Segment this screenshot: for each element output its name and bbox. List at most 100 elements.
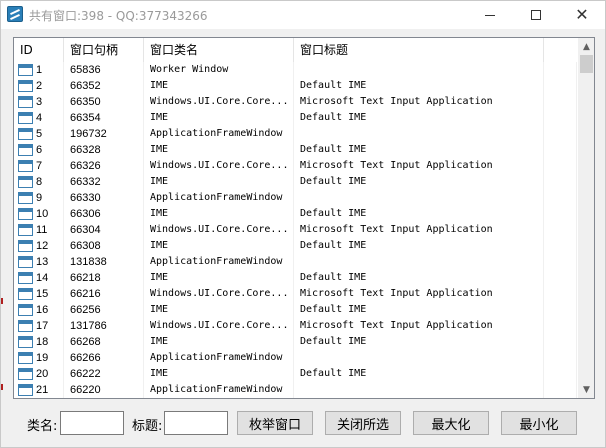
row-id-text: 1 bbox=[36, 64, 43, 76]
table-row[interactable]: 14 66218 IME Default IME bbox=[14, 270, 577, 286]
window-icon bbox=[18, 272, 33, 284]
column-header-title[interactable]: 窗口标题 bbox=[294, 38, 544, 62]
table-row[interactable]: 13 131838 ApplicationFrameWindow bbox=[14, 254, 577, 270]
table-row[interactable]: 21 66220 ApplicationFrameWindow bbox=[14, 382, 577, 398]
cell-id: 11 bbox=[14, 222, 64, 238]
cell-filler bbox=[544, 286, 577, 302]
main-window: 共有窗口:398 - QQ:377343266 ✕ ID 窗口句柄 窗口类名 窗… bbox=[0, 0, 606, 448]
cell-handle: 196732 bbox=[64, 126, 144, 142]
window-icon bbox=[18, 352, 33, 364]
cell-class-name: Worker Window bbox=[144, 62, 294, 78]
close-window-button[interactable]: ✕ bbox=[559, 1, 605, 29]
cell-id: 5 bbox=[14, 126, 64, 142]
row-id-text: 2 bbox=[36, 80, 43, 92]
table-row[interactable]: 15 66216 Windows.UI.Core.Core... Microsoft … bbox=[14, 286, 577, 302]
close-selected-button[interactable]: 关闭所选 bbox=[325, 411, 401, 435]
table-row[interactable]: 8 66332 IME Default IME bbox=[14, 174, 577, 190]
cell-handle: 131838 bbox=[64, 254, 144, 270]
cell-class-name: IME bbox=[144, 206, 294, 222]
scroll-thumb[interactable] bbox=[580, 55, 593, 73]
table-row[interactable]: 16 66256 IME Default IME bbox=[14, 302, 577, 318]
table-row[interactable]: 6 66328 IME Default IME bbox=[14, 142, 577, 158]
window-list[interactable]: ID 窗口句柄 窗口类名 窗口标题 1 65836 Worker Window 2 66… bbox=[13, 37, 595, 399]
cell-id: 18 bbox=[14, 334, 64, 350]
table-row[interactable]: 19 66266 ApplicationFrameWindow bbox=[14, 350, 577, 366]
cell-filler bbox=[544, 94, 577, 110]
column-header-handle[interactable]: 窗口句柄 bbox=[64, 38, 144, 62]
table-row[interactable]: 10 66306 IME Default IME bbox=[14, 206, 577, 222]
cell-filler bbox=[544, 142, 577, 158]
table-row[interactable]: 4 66354 IME Default IME bbox=[14, 110, 577, 126]
cell-id: 12 bbox=[14, 238, 64, 254]
window-icon bbox=[18, 192, 33, 204]
title-bar[interactable]: 共有窗口:398 - QQ:377343266 ✕ bbox=[1, 1, 605, 29]
class-name-input[interactable] bbox=[60, 411, 124, 435]
window-icon bbox=[18, 224, 33, 236]
table-row[interactable]: 11 66304 Windows.UI.Core.Core... Microsoft … bbox=[14, 222, 577, 238]
app-icon bbox=[7, 6, 23, 22]
table-row[interactable]: 17 131786 Windows.UI.Core.Core... Microsoft… bbox=[14, 318, 577, 334]
cell-handle: 66352 bbox=[64, 78, 144, 94]
window-icon bbox=[18, 256, 33, 268]
table-row[interactable]: 20 66222 IME Default IME bbox=[14, 366, 577, 382]
column-header-class[interactable]: 窗口类名 bbox=[144, 38, 294, 62]
cell-filler bbox=[544, 350, 577, 366]
row-id-text: 19 bbox=[36, 352, 49, 364]
table-row[interactable]: 3 66350 Windows.UI.Core.Core... Microsoft T… bbox=[14, 94, 577, 110]
table-row[interactable]: 1 65836 Worker Window bbox=[14, 62, 577, 78]
cell-filler bbox=[544, 366, 577, 382]
column-header-id[interactable]: ID bbox=[14, 38, 64, 62]
scroll-up-button[interactable]: ▲ bbox=[578, 38, 594, 55]
row-id-text: 9 bbox=[36, 192, 43, 204]
window-icon bbox=[18, 64, 33, 76]
cell-handle: 66256 bbox=[64, 302, 144, 318]
cell-class-name: IME bbox=[144, 174, 294, 190]
cell-class-name: IME bbox=[144, 142, 294, 158]
cell-filler bbox=[544, 254, 577, 270]
title-input[interactable] bbox=[164, 411, 228, 435]
table-row[interactable]: 5 196732 ApplicationFrameWindow bbox=[14, 126, 577, 142]
cell-class-name: IME bbox=[144, 110, 294, 126]
table-row[interactable]: 9 66330 ApplicationFrameWindow bbox=[14, 190, 577, 206]
cell-window-title: Default IME bbox=[294, 78, 544, 94]
table-row[interactable]: 2 66352 IME Default IME bbox=[14, 78, 577, 94]
cell-id: 9 bbox=[14, 190, 64, 206]
scroll-up-arrow-icon: ▲ bbox=[583, 41, 590, 52]
cell-class-name: Windows.UI.Core.Core... bbox=[144, 94, 294, 110]
window-icon bbox=[18, 304, 33, 316]
cell-id: 16 bbox=[14, 302, 64, 318]
maximize-button[interactable]: 最大化 bbox=[413, 411, 489, 435]
cell-handle: 66216 bbox=[64, 286, 144, 302]
cell-handle: 66304 bbox=[64, 222, 144, 238]
cell-class-name: IME bbox=[144, 270, 294, 286]
cell-filler bbox=[544, 78, 577, 94]
row-id-text: 12 bbox=[36, 240, 49, 252]
cell-window-title: Microsoft Text Input Application bbox=[294, 94, 544, 110]
cell-filler bbox=[544, 302, 577, 318]
edge-mark bbox=[1, 384, 3, 390]
cell-window-title: Default IME bbox=[294, 366, 544, 382]
table-row[interactable]: 12 66308 IME Default IME bbox=[14, 238, 577, 254]
maximize-window-button[interactable] bbox=[513, 1, 559, 29]
cell-class-name: IME bbox=[144, 78, 294, 94]
cell-window-title: Default IME bbox=[294, 334, 544, 350]
table-row[interactable]: 18 66268 IME Default IME bbox=[14, 334, 577, 350]
cell-filler bbox=[544, 382, 577, 398]
table-row[interactable]: 7 66326 Windows.UI.Core.Core... Microsoft T… bbox=[14, 158, 577, 174]
cell-class-name: Windows.UI.Core.Core... bbox=[144, 222, 294, 238]
scroll-down-button[interactable]: ▼ bbox=[578, 381, 594, 398]
minimize-window-button[interactable] bbox=[467, 1, 513, 29]
list-header: ID 窗口句柄 窗口类名 窗口标题 bbox=[14, 38, 577, 62]
cell-window-title bbox=[294, 190, 544, 206]
cell-handle: 66328 bbox=[64, 142, 144, 158]
minimize-button[interactable]: 最小化 bbox=[501, 411, 577, 435]
cell-handle: 66306 bbox=[64, 206, 144, 222]
cell-id: 6 bbox=[14, 142, 64, 158]
cell-handle: 65836 bbox=[64, 62, 144, 78]
enumerate-windows-button[interactable]: 枚举窗口 bbox=[237, 411, 313, 435]
cell-filler bbox=[544, 222, 577, 238]
row-id-text: 18 bbox=[36, 336, 49, 348]
cell-class-name: ApplicationFrameWindow bbox=[144, 350, 294, 366]
cell-window-title bbox=[294, 382, 544, 398]
vertical-scrollbar[interactable]: ▲ ▼ bbox=[578, 38, 594, 398]
